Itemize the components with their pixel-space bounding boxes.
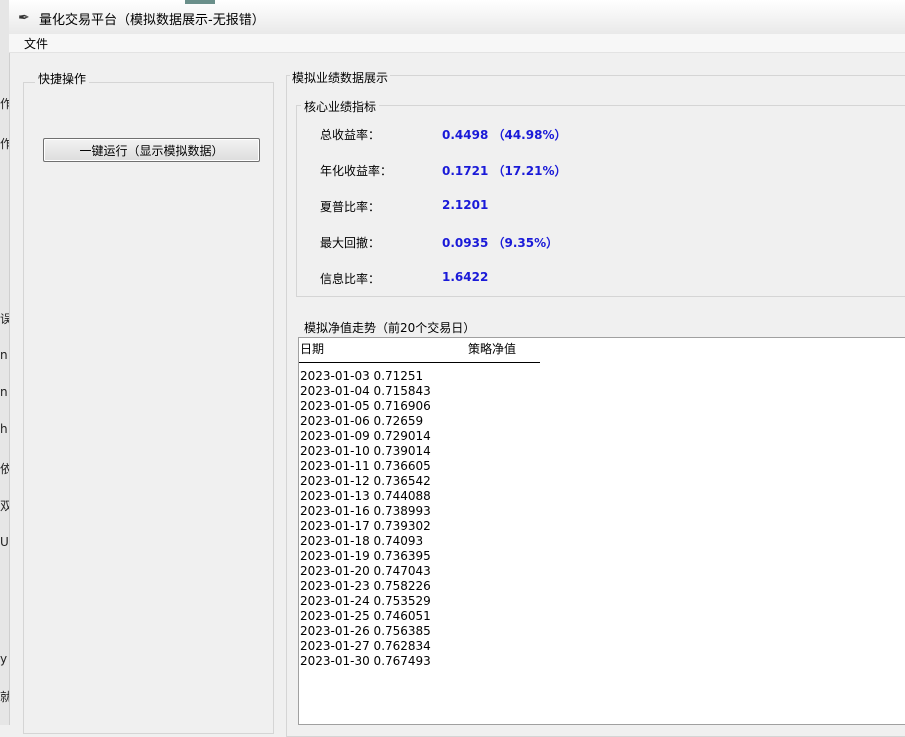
background-window-edge: 作作误nnh依双Uy就 [0,0,10,725]
background-window-glyph: 误 [0,312,9,326]
menu-file[interactable]: 文件 [22,35,50,52]
background-window-glyph: 双 [0,499,9,513]
core-metrics-panel: 核心业绩指标 总收益率： 0.4498 （44.98%） 年化收益率： 0.17… [296,98,905,297]
nav-row: 2023-01-19 0.736395 [300,549,431,563]
window-title: 量化交易平台（模拟数据展示-无报错） [39,13,265,28]
quick-actions-panel: 快捷操作 [23,70,274,734]
nav-row: 2023-01-17 0.739302 [300,519,431,533]
quick-actions-frame [23,82,274,734]
metric-label: 年化收益率： [320,164,393,178]
header-divider [299,362,540,363]
background-window-glyph: 依 [0,462,9,476]
nav-rows: 2023-01-03 0.71251 2023-01-04 0.715843 202… [300,369,431,669]
performance-title: 模拟业绩数据展示 [290,69,391,86]
nav-row: 2023-01-23 0.758226 [300,579,431,593]
nav-row: 2023-01-10 0.739014 [300,444,431,458]
nav-row: 2023-01-05 0.716906 [300,399,431,413]
background-window-glyph: U [0,535,9,549]
nav-row: 2023-01-16 0.738993 [300,504,431,518]
nav-row: 2023-01-18 0.74093 [300,534,424,548]
nav-text-area[interactable]: 日期 策略净值 2023-01-03 0.71251 2023-01-04 0.7… [298,337,905,725]
title-bar: ✒ 量化交易平台（模拟数据展示-无报错） [9,0,905,35]
background-window-glyph: 就 [0,690,9,704]
nav-row: 2023-01-04 0.715843 [300,384,431,398]
nav-row: 2023-01-09 0.729014 [300,429,431,443]
metric-value: 1.6422 [442,270,489,284]
metric-label: 夏普比率： [320,200,381,214]
nav-row: 2023-01-30 0.767493 [300,654,431,668]
core-metrics-title: 核心业绩指标 [301,98,380,115]
nav-row: 2023-01-11 0.736605 [300,459,431,473]
nav-row: 2023-01-12 0.736542 [300,474,431,488]
metric-value: 0.1721 （17.21%） [442,164,567,178]
nav-row: 2023-01-27 0.762834 [300,639,431,653]
background-window-glyph: n [0,385,8,399]
nav-section-title: 模拟净值走势（前20个交易日） [304,321,476,335]
nav-row: 2023-01-20 0.747043 [300,564,431,578]
metric-value: 0.0935 （9.35%） [442,236,559,250]
metric-label: 信息比率： [320,272,381,286]
metric-value: 0.4498 （44.98%） [442,128,567,142]
feather-icon: ✒ [18,10,30,26]
nav-header-value: 策略净值 [468,342,517,356]
run-simulation-button[interactable]: 一键运行（显示模拟数据） [43,138,260,162]
nav-row: 2023-01-26 0.756385 [300,624,431,638]
quick-actions-title: 快捷操作 [35,70,90,87]
menu-bar: 文件 [9,34,905,53]
nav-row: 2023-01-25 0.746051 [300,609,431,623]
background-window-glyph: 作 [0,97,9,111]
background-window-glyph: n [0,348,8,362]
nav-header-date: 日期 [300,342,325,356]
background-window-glyph: 作 [0,137,9,151]
nav-row: 2023-01-03 0.71251 [300,369,424,383]
metric-label: 最大回撤： [320,236,381,250]
background-window-glyph: y [0,652,8,666]
nav-row: 2023-01-24 0.753529 [300,594,431,608]
metric-value: 2.1201 [442,198,489,212]
metric-label: 总收益率： [320,128,381,142]
background-window-glyph: h [0,422,8,436]
taskbar-thumbnail-strip [185,0,215,4]
nav-row: 2023-01-06 0.72659 [300,414,424,428]
nav-row: 2023-01-13 0.744088 [300,489,431,503]
